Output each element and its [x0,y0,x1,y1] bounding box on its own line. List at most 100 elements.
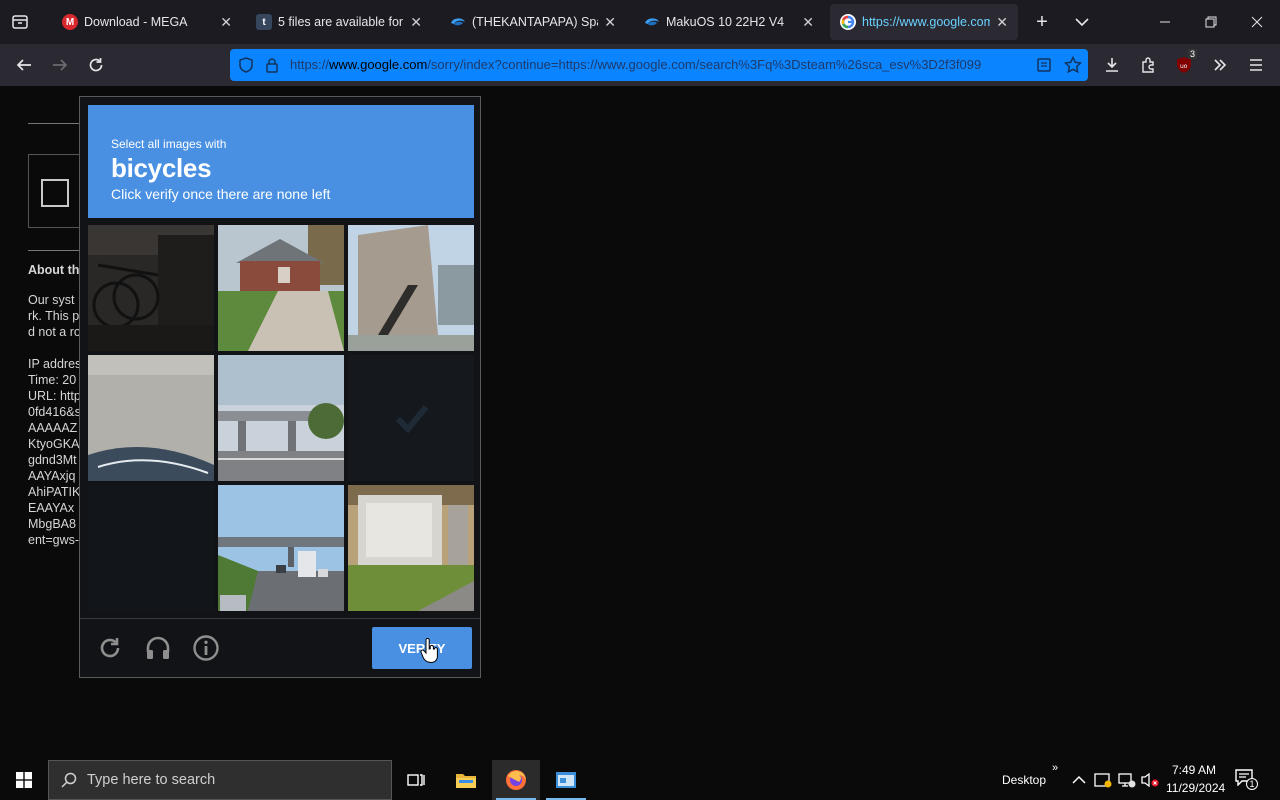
target-object-text: bicycles [111,153,212,183]
lock-icon[interactable] [264,57,280,73]
text-line: IP addres [28,357,82,371]
loading-tile [348,355,474,481]
reload-button[interactable] [78,47,114,83]
close-icon[interactable]: ✕ [802,14,814,31]
tab-google[interactable]: https://www.google.com ✕ [830,4,1018,40]
captcha-tile[interactable] [348,225,474,351]
start-button[interactable] [0,760,48,800]
tab-title: (THEKANTAPAPA) Sparta | [472,15,598,29]
captcha-tile[interactable] [88,355,214,481]
bookmark-star-icon[interactable] [1064,56,1082,74]
download-icon [1106,58,1118,72]
downloads-button[interactable] [1094,47,1130,83]
bicycles-photo [88,225,214,351]
search-placeholder: Type here to search [87,772,216,788]
divider [28,123,80,124]
chevrons-right-icon [1214,59,1227,71]
edge-icon [644,14,660,30]
tab-sparta[interactable]: (THEKANTAPAPA) Sparta | ✕ [440,4,626,40]
recaptcha-checkbox-frame [28,154,80,228]
volume-muted-icon[interactable] [1140,772,1160,788]
forward-button[interactable] [42,47,78,83]
clock-date[interactable]: 11/29/2024 [1166,781,1225,795]
more-tools-button[interactable] [1202,47,1238,83]
app-window-icon [556,772,576,788]
extensions-button[interactable] [1130,47,1166,83]
new-tab-button[interactable]: + [1020,0,1064,44]
tab-overview-button[interactable] [0,0,40,44]
tab-mega[interactable]: M Download - MEGA ✕ [52,4,242,40]
security-warning-icon[interactable] [1094,772,1112,788]
mega-icon: M [62,14,78,30]
captcha-tile[interactable] [218,355,344,481]
app-window-button[interactable] [542,760,590,800]
tab-list-button[interactable] [1060,0,1104,44]
toolbar-expand-icon[interactable]: » [1052,762,1058,774]
restore-button[interactable] [1188,0,1234,44]
highway-traffic-photo [218,485,344,611]
captcha-tile-empty[interactable] [88,485,214,611]
captcha-image-grid [88,225,474,611]
text-line: AAYAxjq [28,469,76,483]
file-explorer-button[interactable] [442,760,490,800]
tab-tumblr[interactable]: t 5 files are available for do ✕ [246,4,432,40]
hamburger-menu-icon [1250,59,1262,71]
text-line: KtyoGKA [28,437,80,451]
text-line: 0fd416&s [28,405,81,419]
shield-icon[interactable] [238,57,254,73]
desktop-toolbar-label[interactable]: Desktop [1002,773,1046,787]
puzzle-icon [1142,57,1154,73]
chevron-up-icon[interactable] [1072,774,1086,786]
close-icon[interactable]: ✕ [604,14,616,31]
tab-title: Download - MEGA [84,15,188,29]
clock-time[interactable]: 7:49 AM [1172,763,1216,777]
house-photo [218,225,344,351]
captcha-tile[interactable] [348,485,474,611]
tab-overview-icon [12,15,28,29]
url-bar[interactable]: https://www.google.com/sorry/index?conti… [230,49,1088,81]
reload-icon[interactable] [96,634,124,662]
headphones-icon[interactable] [144,634,172,662]
captcha-footer-divider [80,618,480,619]
task-view-button[interactable] [392,760,440,800]
tab-makuos[interactable]: MakuOS 10 22H2 V4 ✕ [634,4,824,40]
url-text[interactable]: https://www.google.com/sorry/index?conti… [290,57,1026,72]
pavement-photo [88,355,214,481]
tab-title: https://www.google.com [862,15,991,29]
close-icon[interactable]: ✕ [996,14,1008,31]
ublock-extension-button[interactable]: uo 3 [1166,47,1202,83]
captcha-tile-empty[interactable] [348,355,474,481]
edge-icon [450,14,466,30]
reader-view-icon[interactable] [1036,57,1052,73]
text-line: d not a ro [28,325,81,339]
info-icon[interactable] [192,634,220,662]
notification-center-button[interactable]: 1 [1234,768,1264,792]
text-line: AAAAAZ [28,421,78,435]
taskbar-search-box[interactable]: Type here to search [48,760,392,800]
screen: M Download - MEGA ✕ t 5 files are availa… [0,0,1280,800]
captcha-tile[interactable] [88,225,214,351]
reload-icon [89,58,103,72]
firefox-button[interactable] [492,760,540,800]
network-icon[interactable] [1118,772,1136,788]
minimize-button[interactable] [1142,0,1188,44]
captcha-tile[interactable] [218,225,344,351]
windows-taskbar: Type here to search Desktop » 7:49 AM 11… [0,760,1280,800]
close-window-button[interactable] [1234,0,1280,44]
captcha-tile[interactable] [218,485,344,611]
small-building-photo [348,485,474,611]
back-button[interactable] [6,47,42,83]
recaptcha-checkbox[interactable] [41,179,69,207]
close-icon[interactable]: ✕ [410,14,422,31]
arrow-left-icon [16,59,31,71]
tab-title: 5 files are available for do [278,15,404,29]
notification-count: 1 [1246,778,1258,790]
close-icon[interactable]: ✕ [220,14,232,31]
url-host: www.google.com [329,57,428,72]
tab-title: MakuOS 10 22H2 V4 [666,15,785,29]
url-prefix: https:// [290,57,330,72]
menu-button[interactable] [1238,47,1274,83]
text-line: EAAYAx [28,501,75,515]
tumblr-icon: t [256,14,272,30]
tab-strip: M Download - MEGA ✕ t 5 files are availa… [0,0,1280,44]
